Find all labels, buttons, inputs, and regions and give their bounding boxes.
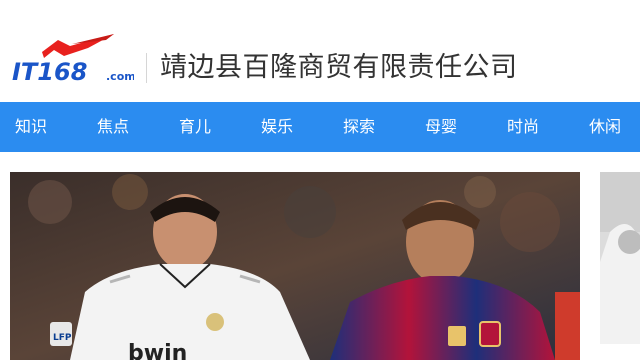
nav-item-yuer[interactable]: 育儿 [179,102,211,152]
hero-image[interactable]: LFP bwin [10,172,580,360]
company-name: 靖边县百隆商贸有限责任公司 [160,52,518,83]
nav-item-tansuo[interactable]: 探索 [343,102,375,152]
main-nav: 知识 焦点 育儿 娱乐 探索 母婴 时尚 休闲 [0,102,640,152]
nav-item-shishang[interactable]: 时尚 [507,102,539,152]
nav-item-muying[interactable]: 母婴 [425,102,457,152]
logo-divider [146,53,147,83]
nav-item-jiaodian[interactable]: 焦点 [97,102,129,152]
nav-item-zhishi[interactable]: 知识 [15,102,47,152]
badge-text: LFP [53,333,72,343]
side-thumbnail[interactable] [600,172,640,344]
logo-suffix: .com [106,70,134,83]
jersey-sponsor: bwin [128,341,187,360]
football-players-photo: LFP bwin [10,172,580,360]
partial-photo-thumbnail [600,172,640,344]
logo-text: IT168 [12,58,87,86]
it168-logo[interactable]: IT168 .com [10,32,134,86]
nav-item-yule[interactable]: 娱乐 [261,102,293,152]
site-header: IT168 .com 靖边县百隆商贸有限责任公司 [0,0,640,102]
nav-item-xiuxian[interactable]: 休闲 [589,102,621,152]
